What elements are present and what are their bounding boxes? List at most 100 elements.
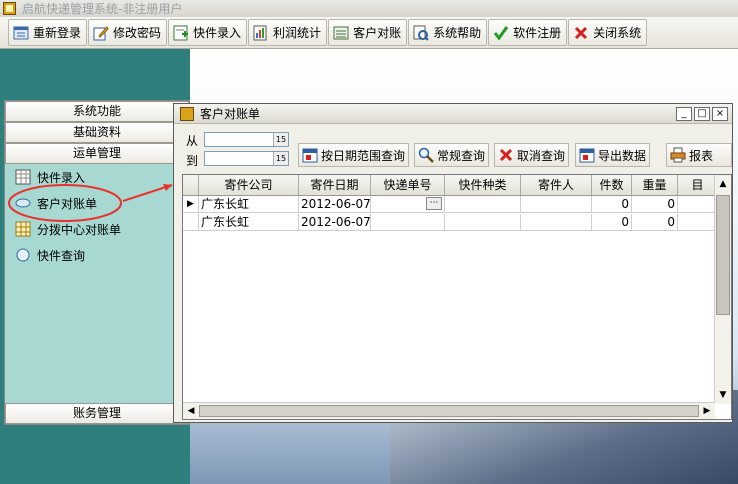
cell-count[interactable]: 0 bbox=[592, 196, 632, 212]
column-header-count[interactable]: 件数 bbox=[592, 175, 632, 195]
column-header-destination[interactable]: 目 bbox=[678, 175, 718, 195]
date-range-query-button[interactable]: 按日期范围查询 bbox=[298, 143, 410, 167]
horizontal-scroll-thumb[interactable] bbox=[199, 405, 699, 417]
ellipsis-button[interactable]: ··· bbox=[426, 197, 442, 210]
window-titlebar: 客户对账单 _ □ × bbox=[174, 104, 732, 124]
column-header-send-date[interactable]: 寄件日期 bbox=[299, 175, 371, 195]
profit-stats-button[interactable]: 利润统计 bbox=[248, 19, 328, 46]
scroll-up-icon[interactable]: ▲ bbox=[716, 177, 730, 191]
maximize-button[interactable]: □ bbox=[694, 107, 710, 121]
vertical-scrollbar[interactable]: ▲ ▼ bbox=[714, 175, 731, 404]
report-label: 报表 bbox=[689, 148, 714, 163]
printer-icon bbox=[670, 147, 686, 163]
register-software-button[interactable]: 软件注册 bbox=[488, 19, 568, 46]
close-x-icon bbox=[573, 25, 589, 41]
sidebar-item-label: 分拨中心对账单 bbox=[37, 222, 122, 237]
app-titlebar: 启航快递管理系统-非注册用户 bbox=[0, 0, 738, 17]
cancel-query-button[interactable]: 取消查询 bbox=[494, 143, 570, 167]
desktop: 启航快递管理系统-非注册用户 重新登录 修改密码 快件录入 利润统计 客户对账 … bbox=[0, 0, 738, 484]
system-help-button[interactable]: 系统帮助 bbox=[408, 19, 488, 46]
app-icon bbox=[3, 2, 16, 15]
add-package-label: 快件录入 bbox=[193, 26, 242, 40]
current-row-indicator: ▶ bbox=[183, 196, 199, 212]
change-password-button[interactable]: 修改密码 bbox=[88, 19, 168, 46]
horizontal-scrollbar[interactable]: ◀ ▶ bbox=[183, 402, 715, 419]
grid-icon bbox=[15, 169, 31, 185]
window-title: 客户对账单 bbox=[200, 107, 261, 121]
main-toolbar: 重新登录 修改密码 快件录入 利润统计 客户对账 系统帮助 软件注册 关闭系统 bbox=[0, 17, 738, 49]
export-data-button[interactable]: 导出数据 bbox=[575, 143, 651, 167]
from-date-input[interactable]: 15 bbox=[204, 132, 289, 147]
system-help-label: 系统帮助 bbox=[433, 26, 482, 40]
close-system-button[interactable]: 关闭系统 bbox=[568, 19, 648, 46]
category-base-data[interactable]: 基础资料 bbox=[5, 122, 189, 143]
cell-tracking-number[interactable] bbox=[371, 214, 445, 230]
cell-sender-company[interactable]: 广东长虹 bbox=[199, 214, 299, 230]
customer-ledger-button[interactable]: 客户对账 bbox=[328, 19, 408, 46]
edit-password-icon bbox=[93, 25, 109, 41]
sidebar-item-package-entry[interactable]: 快件录入 bbox=[5, 164, 189, 190]
report-button[interactable]: 报表 bbox=[666, 143, 732, 167]
grid-yellow-icon bbox=[15, 221, 31, 237]
minimize-button[interactable]: _ bbox=[676, 107, 692, 121]
category-waybill-management[interactable]: 运单管理 bbox=[5, 143, 189, 164]
cell-sender[interactable] bbox=[521, 196, 592, 212]
calendar-icon[interactable]: 15 bbox=[273, 133, 288, 146]
column-header-sender-company[interactable]: 寄件公司 bbox=[199, 175, 299, 195]
category-system-functions[interactable]: 系统功能 bbox=[5, 101, 189, 122]
stats-icon bbox=[253, 25, 269, 41]
cell-send-date[interactable]: 2012-06-07 bbox=[299, 214, 371, 230]
scroll-left-icon[interactable]: ◀ bbox=[184, 404, 198, 418]
export-data-label: 导出数据 bbox=[598, 148, 647, 163]
cell-send-date[interactable]: 2012-06-07 bbox=[299, 196, 371, 212]
date-range-query-label: 按日期范围查询 bbox=[321, 148, 406, 163]
vertical-scroll-thumb[interactable] bbox=[716, 195, 730, 315]
table-row[interactable]: ▶ 广东长虹 2012-06-07 ··· 0 0 bbox=[183, 196, 718, 213]
scroll-right-icon[interactable]: ▶ bbox=[700, 404, 714, 418]
ledger-icon bbox=[333, 25, 349, 41]
app-title: 启航快递管理系统-非注册用户 bbox=[22, 2, 183, 16]
export-icon bbox=[579, 147, 595, 163]
customer-ledger-label: 客户对账 bbox=[353, 26, 402, 40]
bubble-icon bbox=[15, 247, 31, 263]
relogin-button[interactable]: 重新登录 bbox=[8, 19, 88, 46]
cell-count[interactable]: 0 bbox=[592, 214, 632, 230]
cell-weight[interactable]: 0 bbox=[632, 214, 678, 230]
statement-grid[interactable]: 寄件公司 寄件日期 快递单号 快件种类 寄件人 件数 重量 目 ▶ 广东长虹 2… bbox=[182, 174, 732, 420]
calendar-icon[interactable]: 15 bbox=[273, 152, 288, 165]
register-software-label: 软件注册 bbox=[513, 26, 562, 40]
scroll-down-icon[interactable]: ▼ bbox=[716, 388, 730, 402]
column-header-sender[interactable]: 寄件人 bbox=[521, 175, 592, 195]
column-header-weight[interactable]: 重量 bbox=[632, 175, 678, 195]
window-close-button[interactable]: × bbox=[712, 107, 728, 121]
change-password-label: 修改密码 bbox=[113, 26, 162, 40]
sidebar-item-distribution-statement[interactable]: 分拨中心对账单 bbox=[5, 216, 189, 242]
sidebar-item-package-query[interactable]: 快件查询 bbox=[5, 242, 189, 268]
customer-statement-window: 客户对账单 _ □ × 从 15 到 15 按日期范围查询 常规查询 取消查询 … bbox=[173, 103, 733, 423]
cell-package-type[interactable] bbox=[445, 196, 521, 212]
cancel-query-label: 取消查询 bbox=[517, 148, 566, 163]
cell-tracking-number[interactable]: ··· bbox=[371, 196, 445, 212]
window-icon bbox=[180, 106, 194, 121]
magnifier-icon bbox=[418, 147, 434, 163]
row-indicator-header bbox=[183, 175, 199, 195]
column-header-tracking-number[interactable]: 快递单号 bbox=[371, 175, 445, 195]
add-package-button[interactable]: 快件录入 bbox=[168, 19, 248, 46]
column-header-package-type[interactable]: 快件种类 bbox=[445, 175, 521, 195]
cell-sender-company[interactable]: 广东长虹 bbox=[199, 196, 299, 212]
cell-destination[interactable] bbox=[678, 214, 718, 230]
sidebar-item-customer-statement[interactable]: 客户对账单 bbox=[5, 190, 189, 216]
cell-weight[interactable]: 0 bbox=[632, 196, 678, 212]
table-row[interactable]: 广东长虹 2012-06-07 0 0 bbox=[183, 214, 718, 231]
to-date-input[interactable]: 15 bbox=[204, 151, 289, 166]
help-icon bbox=[413, 25, 429, 41]
normal-query-button[interactable]: 常规查询 bbox=[414, 143, 490, 167]
sidebar-item-label: 快件录入 bbox=[37, 170, 86, 185]
profit-stats-label: 利润统计 bbox=[273, 26, 322, 40]
sidebar-item-label: 客户对账单 bbox=[37, 196, 98, 211]
category-accounting[interactable]: 账务管理 bbox=[5, 403, 189, 424]
relogin-label: 重新登录 bbox=[33, 26, 82, 40]
cell-destination[interactable] bbox=[678, 196, 718, 212]
cell-sender[interactable] bbox=[521, 214, 592, 230]
cell-package-type[interactable] bbox=[445, 214, 521, 230]
